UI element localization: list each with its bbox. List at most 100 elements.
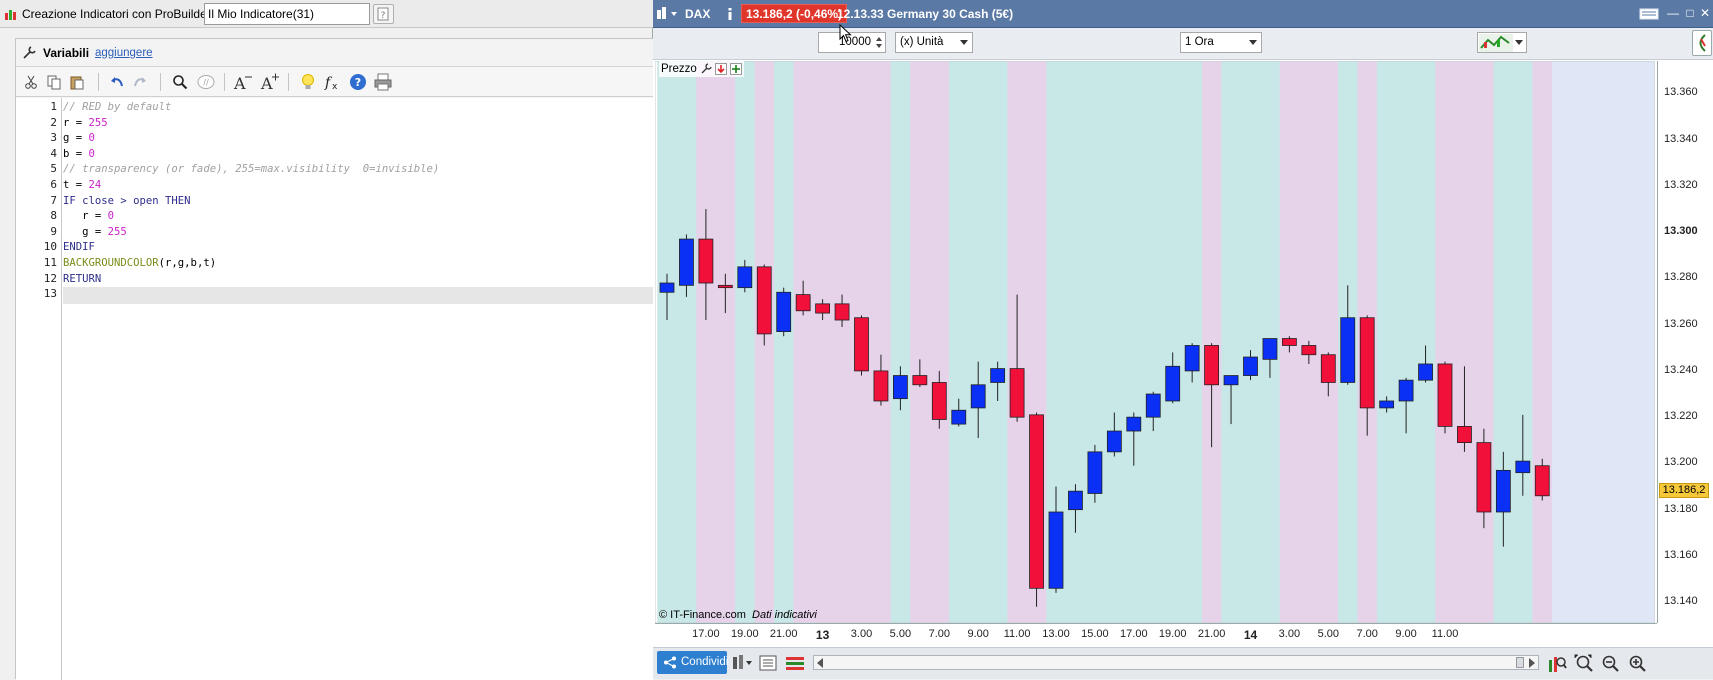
comment-button[interactable]: // [195, 71, 217, 93]
zoom-fit-icon[interactable] [1574, 654, 1594, 674]
background-band [1065, 61, 1086, 623]
code-line[interactable]: g = 0 [63, 130, 95, 147]
toolbar-separator [288, 73, 289, 91]
list-icon[interactable] [759, 654, 777, 672]
wrench-icon[interactable] [700, 63, 712, 75]
code-line[interactable]: ENDIF [63, 239, 95, 256]
candle-body [1534, 465, 1550, 497]
paste-button[interactable] [66, 71, 88, 93]
font-decrease-button[interactable]: A [232, 71, 254, 93]
y-tick-label: 13.360 [1664, 86, 1698, 99]
code-editor[interactable]: 1 2 3 4 5 6 7 8 9 10 11 12 13 // RED by default r = 2… [16, 98, 654, 680]
y-tick-label: 13.280 [1664, 271, 1698, 284]
candle-body [737, 266, 753, 289]
search-button[interactable] [169, 71, 191, 93]
code-line[interactable]: // RED by default [63, 99, 171, 116]
candle-body [1106, 430, 1122, 453]
instrument-name[interactable]: DAX [685, 7, 710, 21]
function-fx-icon: fx [324, 75, 338, 91]
remove-panel-icon[interactable] [714, 63, 727, 75]
trading-panel-icon[interactable] [785, 654, 805, 672]
wrench-icon[interactable] [21, 45, 37, 61]
info-icon[interactable] [725, 8, 735, 20]
code-token: ENDIF [63, 241, 95, 254]
candle-body [679, 238, 694, 286]
font-increase-button[interactable]: A [259, 71, 281, 93]
candle-body [970, 384, 986, 409]
candle-body [659, 282, 675, 293]
code-line[interactable]: g = 255 [63, 224, 127, 241]
share-button[interactable]: Condividi [657, 651, 728, 674]
time-scrollbar[interactable] [813, 655, 1539, 670]
x-tick-label: 19.00 [1158, 628, 1187, 640]
scroll-right-icon[interactable] [1529, 658, 1535, 668]
chart-zoom-panel-icon[interactable] [1547, 654, 1567, 674]
x-tick-label: 9.00 [967, 628, 989, 640]
code-line[interactable]: // transparency (or fade), 255=max.visib… [63, 161, 439, 178]
help-button[interactable]: ? [373, 4, 394, 24]
code-line[interactable]: RETURN [63, 271, 101, 288]
tips-button[interactable] [297, 71, 319, 93]
undo-icon [111, 77, 123, 87]
time-axis[interactable]: 17.00 19.00 21.00 13 3.00 5.00 7.00 9.00 11.00 13… [655, 623, 1657, 645]
print-button[interactable] [372, 71, 394, 93]
chart-menu-icon[interactable] [656, 6, 682, 22]
candle-body [1398, 379, 1414, 402]
toolbar-separator [98, 73, 99, 91]
maximize-button[interactable]: □ [1683, 6, 1697, 20]
instrument-description: 12.13.33 Germany 30 Cash (5€) [837, 7, 1014, 21]
indicator-panel-toggle[interactable] [1692, 30, 1712, 56]
x-tick-label: 13 [815, 628, 830, 642]
close-button[interactable]: ✕ [1698, 6, 1712, 20]
keyboard-icon[interactable] [1639, 6, 1659, 22]
price-chart[interactable] [655, 61, 1655, 623]
toolbar-separator [224, 73, 225, 91]
function-button[interactable]: fx [322, 71, 344, 93]
zoom-out-icon[interactable] [1601, 654, 1621, 674]
code-line[interactable]: r = 0 [63, 208, 114, 225]
timeframe-select[interactable]: 1 Ora [1180, 32, 1262, 53]
stepper-arrows-icon[interactable] [875, 35, 883, 50]
minimize-button[interactable]: — [1666, 6, 1680, 20]
line-number: 11 [43, 256, 57, 269]
line-number: 6 [50, 178, 57, 191]
code-line[interactable]: IF close > open THEN [63, 193, 191, 210]
line-number-gutter: 1 2 3 4 5 6 7 8 9 10 11 12 13 [16, 98, 62, 680]
indicators-icon[interactable] [731, 654, 753, 672]
code-line[interactable]: r = 255 [63, 115, 108, 132]
line-number: 2 [50, 115, 57, 129]
price-axis[interactable]: 13.360 13.340 13.320 13.300 13.280 13.260 13.2… [1657, 61, 1713, 623]
background-band [832, 61, 853, 623]
indicator-name-input[interactable] [204, 3, 370, 25]
units-select[interactable]: (x) Unità [895, 32, 973, 53]
cut-button[interactable] [20, 71, 42, 93]
zoom-in-icon[interactable] [1628, 654, 1648, 674]
candle-body [1495, 469, 1511, 513]
chart-window: DAX 13.186,2 (-0,46%) 12.13.33 Germany 3… [653, 0, 1713, 679]
background-band [1201, 61, 1222, 623]
line-number: 9 [50, 224, 57, 238]
background-band [1182, 61, 1203, 623]
chart-type-select[interactable] [1477, 32, 1527, 53]
scroll-thumb[interactable] [1516, 657, 1524, 668]
x-tick-label: 11.00 [1431, 628, 1459, 640]
background-band [1221, 61, 1242, 623]
candle-body [1184, 345, 1200, 372]
code-line[interactable]: b = 0 [63, 146, 95, 163]
help-circle-button[interactable]: ? [347, 71, 369, 93]
code-line[interactable]: t = 24 [63, 177, 101, 194]
candle-body [698, 238, 714, 284]
copy-button[interactable] [43, 71, 65, 93]
y-tick-label: 13.300 [1664, 225, 1698, 238]
background-band [968, 61, 989, 623]
undo-button[interactable] [106, 71, 128, 93]
redo-button[interactable] [129, 71, 151, 93]
background-band [949, 61, 969, 623]
add-panel-icon[interactable] [729, 63, 742, 75]
close-icon: ✕ [1699, 6, 1711, 20]
add-variable-link[interactable]: aggiungere [95, 47, 153, 59]
code-line[interactable]: BACKGROUNDCOLOR(r,g,b,t) [63, 255, 216, 272]
x-tick-label: 21.00 [769, 628, 798, 640]
scroll-left-icon[interactable] [817, 658, 823, 668]
background-band [773, 61, 794, 623]
